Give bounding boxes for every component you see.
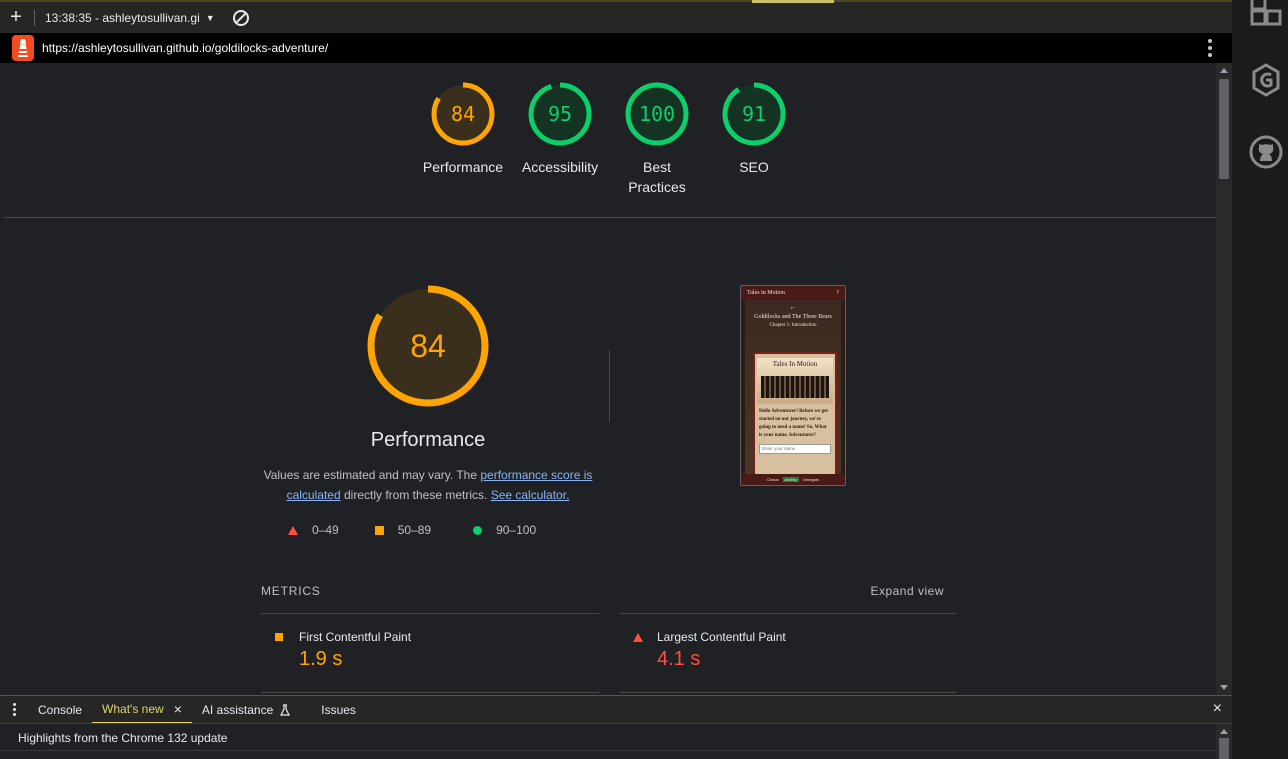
metric-fcp: First Contentful Paint 1.9 s	[261, 613, 599, 693]
clear-reports-icon[interactable]	[232, 9, 249, 26]
see-calculator-link[interactable]: See calculator.	[491, 488, 570, 502]
screenshot-card: Tales In Motion Hello Adventurer! Before…	[753, 352, 837, 484]
extensions-icon[interactable]	[1248, 0, 1284, 28]
metrics-title: METRICS	[261, 584, 321, 598]
highlights-heading: Highlights from the Chrome 132 update	[18, 731, 228, 745]
tab-console[interactable]: Console	[28, 696, 92, 724]
screenshot-chapter: Chapter 1: Introduction	[769, 323, 817, 328]
performance-title: Performance	[370, 429, 486, 451]
grammarly-icon[interactable]	[1248, 62, 1284, 98]
legend-label: 50–89	[397, 523, 432, 537]
square-icon	[374, 525, 384, 535]
tab-label: What's new	[102, 701, 164, 716]
gauge-label: Performance	[422, 159, 504, 175]
metric-value: 4.1 s	[657, 648, 701, 670]
legend-label: 90–100	[496, 523, 537, 537]
tab-label: Console	[38, 702, 83, 717]
legend-label: 0–49	[312, 523, 339, 537]
back-arrow-icon: ←	[789, 304, 797, 311]
metric-name: Largest Contentful Paint	[657, 630, 786, 644]
gauge-label: Best Practices	[628, 159, 686, 195]
legend-fail: 0–49	[288, 523, 339, 537]
new-report-button[interactable]: +	[0, 2, 32, 34]
scroll-up-icon[interactable]	[1220, 729, 1228, 734]
tab-issues[interactable]: Issues	[311, 696, 366, 724]
score-summary: 84 Performance 95 Accessibility 100 Best…	[3, 63, 1216, 218]
section-divider	[609, 350, 610, 422]
lighthouse-report: 84 Performance 95 Accessibility 100 Best…	[3, 63, 1216, 695]
final-screenshot[interactable]: Tales in Motion ? ← Goldilocks and The T…	[740, 285, 846, 486]
screenshot-site-name: Tales in Motion	[747, 290, 785, 296]
score-legend: 0–49 50–89 90–100	[288, 523, 572, 537]
close-drawer-icon[interactable]: ×	[1213, 700, 1222, 718]
legend-pass: 90–100	[473, 523, 536, 537]
screenshot-header: Tales in Motion ?	[741, 286, 845, 300]
help-icon: ?	[836, 290, 839, 296]
gauge-score: 91	[742, 102, 766, 126]
active-tab-indicator	[752, 0, 834, 3]
gauge-performance[interactable]: 84 Performance	[413, 81, 513, 177]
screenshot-title: Goldilocks and The Three Bears	[754, 314, 832, 320]
triangle-icon	[288, 525, 298, 535]
screenshot-text: Hello Adventurer! Before we get started …	[759, 409, 828, 438]
close-tab-icon[interactable]: ×	[174, 701, 182, 717]
performance-score: 84	[410, 328, 446, 364]
circle-icon	[473, 525, 483, 535]
toolbar-divider	[34, 9, 35, 26]
metric-name: First Contentful Paint	[299, 630, 412, 644]
gauge-score: 95	[548, 102, 572, 126]
screenshot-body: ← Goldilocks and The Three Bears Chapter…	[745, 300, 841, 484]
report-url[interactable]: https://ashleytosullivan.github.io/goldi…	[42, 41, 328, 55]
tab-ai-assistance[interactable]: AI assistance	[192, 696, 301, 724]
browser-side-panel	[1232, 0, 1288, 759]
footer-credit: Omegain	[802, 477, 819, 482]
report-selector[interactable]: 13:38:35 - ashleytosullivan.gi ▼	[41, 11, 219, 25]
scroll-down-icon[interactable]	[1220, 685, 1228, 690]
whats-new-panel: Highlights from the Chrome 132 update	[0, 723, 1232, 759]
metric-lcp: Largest Contentful Paint 4.1 s	[619, 613, 957, 693]
report-scrollbar[interactable]	[1216, 63, 1232, 695]
drawer-scrollbar[interactable]	[1216, 724, 1232, 759]
tab-whats-new[interactable]: What's new ×	[92, 696, 192, 724]
metrics-header: METRICS Expand view	[261, 584, 944, 598]
triangle-icon	[633, 632, 643, 642]
footer-credit: Chaos	[767, 477, 779, 482]
gauge-accessibility[interactable]: 95 Accessibility	[510, 81, 610, 177]
drawer-menu-icon[interactable]	[0, 703, 28, 716]
tab-label: AI assistance	[201, 702, 274, 717]
screenshot-name-input: Enter your name	[759, 444, 831, 454]
devtools-toolbar: + 13:38:35 - ashleytosullivan.gi ▼	[0, 0, 1232, 33]
tab-label: Issues	[321, 702, 356, 717]
description-text: Values are estimated and may vary. The	[263, 468, 481, 482]
scroll-up-icon[interactable]	[1220, 68, 1228, 73]
gauge-score: 84	[451, 102, 475, 126]
tales-in-motion-logo: Tales In Motion	[757, 358, 833, 404]
gauge-seo[interactable]: 91 SEO	[704, 81, 804, 177]
gauge-best-practices[interactable]: 100 Best Practices	[607, 81, 707, 197]
performance-description: Values are estimated and may vary. The p…	[258, 465, 598, 505]
more-options-icon[interactable]	[1208, 39, 1212, 57]
performance-gauge: 84	[363, 281, 493, 411]
gauge-label: SEO	[739, 159, 769, 175]
report-url-bar: https://ashleytosullivan.github.io/goldi…	[0, 33, 1232, 63]
logo-text: Tales In Motion	[772, 360, 818, 368]
github-icon[interactable]	[1248, 134, 1284, 170]
expand-view-button[interactable]: Expand view	[870, 584, 944, 598]
footer-credit: Ashley	[782, 477, 799, 482]
flask-icon	[280, 703, 291, 716]
report-selector-label: 13:38:35 - ashleytosullivan.gi	[45, 10, 200, 25]
gauge-score: 100	[639, 102, 675, 126]
scroll-thumb[interactable]	[1219, 738, 1229, 759]
square-icon	[275, 633, 283, 641]
description-text: directly from these metrics.	[340, 488, 491, 502]
scroll-thumb[interactable]	[1219, 79, 1229, 179]
drawer-tabbar: Console What's new × AI assistance Issues…	[0, 695, 1232, 724]
lighthouse-logo-icon	[12, 35, 34, 61]
legend-average: 50–89	[374, 523, 432, 537]
chevron-down-icon: ▼	[205, 12, 215, 23]
screenshot-footer: Chaos Ashley Omegain	[741, 474, 845, 485]
metric-value: 1.9 s	[299, 648, 343, 670]
gauge-label: Accessibility	[521, 159, 599, 175]
